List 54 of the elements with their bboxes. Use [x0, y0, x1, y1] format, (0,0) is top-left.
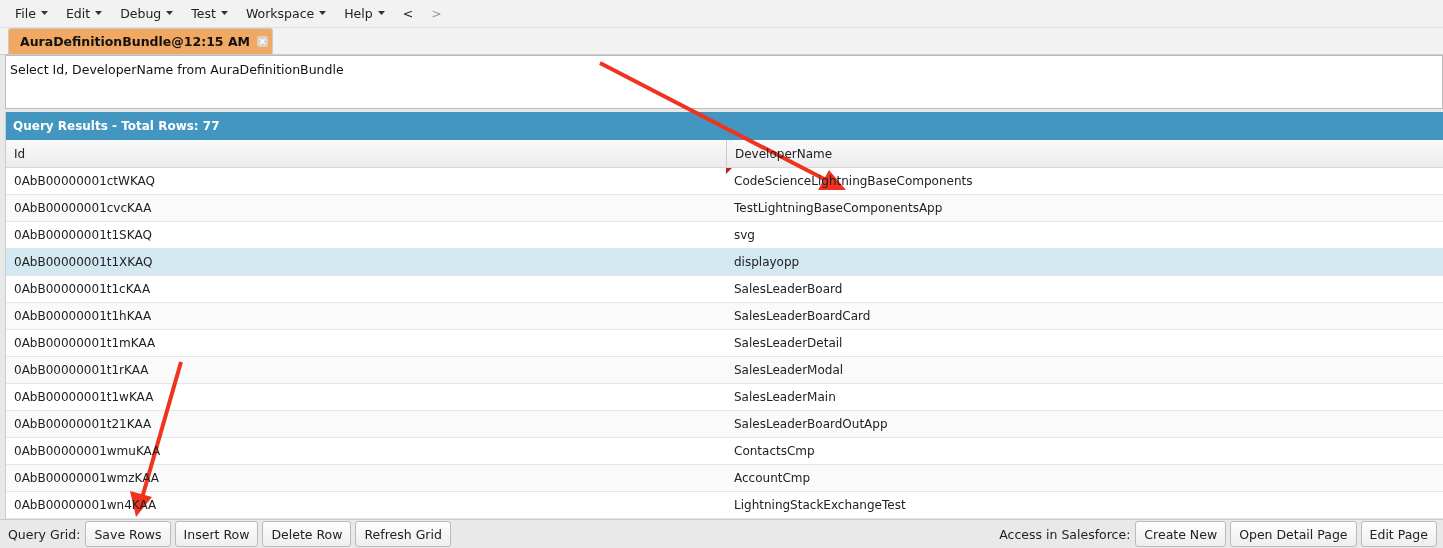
table-cell-text: AccountCmp	[733, 470, 812, 488]
table-cell-text: 0AbB00000001t1SKAQ	[13, 227, 153, 245]
table-cell-text: SalesLeaderBoardOutApp	[733, 416, 889, 434]
table-cell-text: SalesLeaderMain	[733, 389, 837, 407]
results-header: Query Results - Total Rows: 77	[6, 112, 1443, 141]
caret-icon	[40, 11, 48, 16]
toolbar-button[interactable]: Refresh Grid	[355, 521, 451, 548]
menu-item[interactable]: <	[393, 5, 423, 21]
table-cell-text: displayopp	[733, 254, 801, 272]
toolbar-label: Query Grid:	[8, 526, 81, 542]
table-row[interactable]: 0AbB00000001t1XKAQ displayopp	[6, 249, 1443, 277]
menu-item[interactable]: Debug	[111, 5, 183, 21]
menu-item[interactable]: Edit	[56, 5, 112, 21]
menu-item[interactable]: Help	[335, 5, 394, 21]
table-cell-text: 0AbB00000001t1rKAA	[13, 362, 150, 380]
table-cell-text: ContactsCmp	[733, 443, 816, 461]
table-row[interactable]: 0AbB00000001cvcKAA TestLightningBaseComponentsApp	[6, 195, 1443, 223]
toolbar-button[interactable]: Create New	[1135, 521, 1227, 548]
table-cell-text: SalesLeaderModal	[733, 362, 845, 380]
toolbar-button[interactable]: Delete Row	[262, 521, 352, 548]
column-header[interactable]: Id	[6, 140, 726, 168]
toolbar-label: Access in Salesforce:	[999, 526, 1131, 542]
toolbar-button[interactable]: Edit Page	[1360, 521, 1437, 548]
toolbar-button[interactable]: Save Rows	[85, 521, 171, 548]
table-cell-text: 0AbB00000001ctWKAQ	[13, 173, 157, 191]
table-cell-text: 0AbB00000001t1cKAA	[13, 281, 152, 299]
table-cell-text: TestLightningBaseComponentsApp	[733, 200, 944, 218]
caret-icon	[220, 11, 228, 16]
menu-item[interactable]: File	[6, 5, 57, 21]
table-row[interactable]: 0AbB00000001t1hKAA SalesLeaderBoardCard	[6, 303, 1443, 331]
table-cell-text: SalesLeaderDetail	[733, 335, 844, 353]
close-icon[interactable]	[257, 35, 268, 47]
menu-item[interactable]: Workspace	[236, 5, 336, 21]
table-cell-text: 0AbB00000001t1XKAQ	[13, 254, 154, 272]
table-row[interactable]: 0AbB00000001t1rKAA SalesLeaderModal	[6, 357, 1443, 385]
toolbar-button[interactable]: Open Detail Page	[1230, 521, 1357, 548]
table-cell-text: 0AbB00000001t1mKAA	[13, 335, 157, 353]
table-cell-text: LightningStackExchangeTest	[733, 497, 907, 515]
caret-icon	[166, 11, 174, 16]
table-cell-text: 0AbB00000001t1hKAA	[13, 308, 153, 326]
caret-icon	[95, 11, 103, 16]
table-cell-text: 0AbB00000001t1wKAA	[13, 389, 155, 407]
table-cell-text: SalesLeaderBoard	[733, 281, 844, 299]
table-cell-text: 0AbB00000001t21KAA	[13, 416, 153, 434]
query-editor[interactable]: Select Id, DeveloperName from AuraDefinitionBundle	[5, 54, 1443, 110]
table-row[interactable]: 0AbB00000001t21KAA SalesLeaderBoardOutApp	[6, 411, 1443, 439]
caret-icon	[377, 11, 385, 16]
menu-item[interactable]: Test	[182, 5, 237, 21]
table-cell-text: svg	[733, 227, 756, 245]
query-tab[interactable]: AuraDefinitionBundle@12:15 AM	[8, 27, 273, 54]
toolbar-button[interactable]: Insert Row	[174, 521, 259, 548]
caret-icon	[319, 11, 327, 16]
table-cell-text: 0AbB00000001cvcKAA	[13, 200, 153, 218]
table-cell-text: SalesLeaderBoardCard	[733, 308, 872, 326]
